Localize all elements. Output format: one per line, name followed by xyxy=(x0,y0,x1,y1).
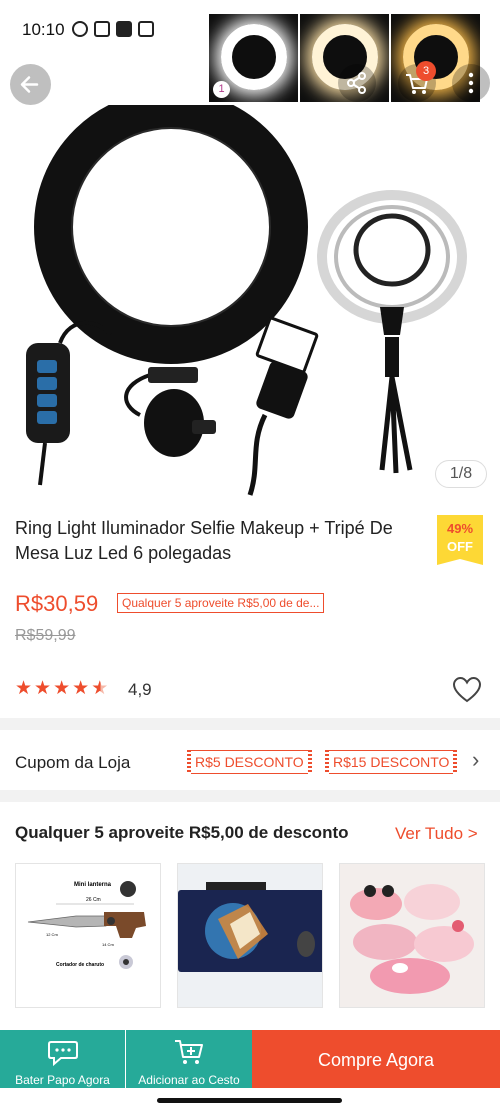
card-dim-2: 12 Cm xyxy=(46,932,58,937)
star-icon: ★ xyxy=(34,678,52,699)
message-icon xyxy=(94,21,110,37)
card-caption-2: Cortador de charuto xyxy=(56,962,104,968)
chevron-right-icon: › xyxy=(472,747,480,772)
chat-now-label: Bater Papo Agora xyxy=(15,1073,110,1087)
star-icon: ★ xyxy=(53,678,71,699)
buy-now-button[interactable]: Compre Agora xyxy=(252,1030,500,1090)
back-button[interactable] xyxy=(10,64,51,105)
home-indicator[interactable] xyxy=(0,1088,500,1111)
cart-count-badge: 3 xyxy=(416,61,436,81)
rating-value: 4,9 xyxy=(128,680,152,699)
discount-percent: 49% xyxy=(446,521,474,536)
current-price: R$30,59 xyxy=(15,591,99,616)
product-title: Ring Light Iluminador Selfie Makeup + Tr… xyxy=(15,518,393,563)
chat-now-button[interactable]: Bater Papo Agora xyxy=(0,1030,125,1090)
arrow-left-icon xyxy=(20,76,39,93)
video-icon xyxy=(116,21,132,37)
star-icon: ★ xyxy=(15,678,33,699)
image-counter: 1/8 xyxy=(435,460,487,488)
store-coupon-row[interactable]: Cupom da Loja R$5 DESCONTO R$15 DESCONTO… xyxy=(0,737,500,787)
see-all-link[interactable]: Ver Tudo > xyxy=(395,824,478,844)
original-price: R$59,99 xyxy=(15,627,76,644)
ring-light-product-illustration xyxy=(26,90,467,496)
bottom-action-bar: Bater Papo Agora Adicionar ao Cesto Comp… xyxy=(0,1030,500,1090)
ring-light-cool-image xyxy=(221,24,287,90)
thumbnail-1[interactable]: 1 xyxy=(209,14,298,102)
product-main-image[interactable] xyxy=(0,90,500,500)
half-star-icon: ★ xyxy=(91,678,109,699)
promo-chip[interactable]: Qualquer 5 aproveite R$5,00 de de... xyxy=(117,593,325,613)
add-to-cart-button[interactable]: Adicionar ao Cesto xyxy=(126,1030,252,1090)
add-to-cart-icon xyxy=(175,1040,203,1064)
knife-flashlight-image: Mini lanterna 26 Cm 12 Cm 14 Cm Cortador… xyxy=(27,881,146,969)
bundle-product-card[interactable]: Mini lanterna 26 Cm 12 Cm 14 Cm Cortador… xyxy=(15,863,161,1008)
section-divider xyxy=(0,790,500,802)
hair-bands-image xyxy=(340,864,484,1007)
share-icon xyxy=(347,72,366,94)
favorite-button[interactable] xyxy=(452,676,482,709)
coupon-15[interactable]: R$15 DESCONTO xyxy=(325,750,458,774)
news-icon xyxy=(138,21,154,37)
card-dim-1: 26 Cm xyxy=(86,897,101,903)
rating-stars: ★ ★ ★ ★ ★ xyxy=(15,679,108,699)
section-divider xyxy=(0,718,500,730)
bundle-product-card[interactable] xyxy=(177,863,323,1008)
card-dim-3: 14 Cm xyxy=(102,942,114,947)
alarm-icon xyxy=(72,21,88,37)
wolf-mousepad-image xyxy=(178,864,322,1007)
thumbnail-index: 1 xyxy=(213,81,230,98)
share-button[interactable] xyxy=(338,64,376,102)
card-caption: Mini lanterna xyxy=(74,882,112,888)
heart-icon xyxy=(452,676,482,703)
bundle-product-card[interactable] xyxy=(339,863,485,1008)
discount-off-label: OFF xyxy=(447,539,473,554)
chat-icon xyxy=(47,1041,78,1067)
add-to-cart-label: Adicionar ao Cesto xyxy=(138,1073,240,1087)
bundle-title: Qualquer 5 aproveite R$5,00 de desconto xyxy=(15,823,349,842)
discount-badge: 49% OFF xyxy=(437,515,483,565)
more-options-button[interactable] xyxy=(452,64,490,102)
star-icon: ★ xyxy=(72,678,90,699)
notification-icons xyxy=(72,21,154,37)
coupon-label: Cupom da Loja xyxy=(15,753,131,772)
coupon-5[interactable]: R$5 DESCONTO xyxy=(187,750,312,774)
status-time: 10:10 xyxy=(22,20,65,39)
more-vertical-icon xyxy=(468,72,474,94)
